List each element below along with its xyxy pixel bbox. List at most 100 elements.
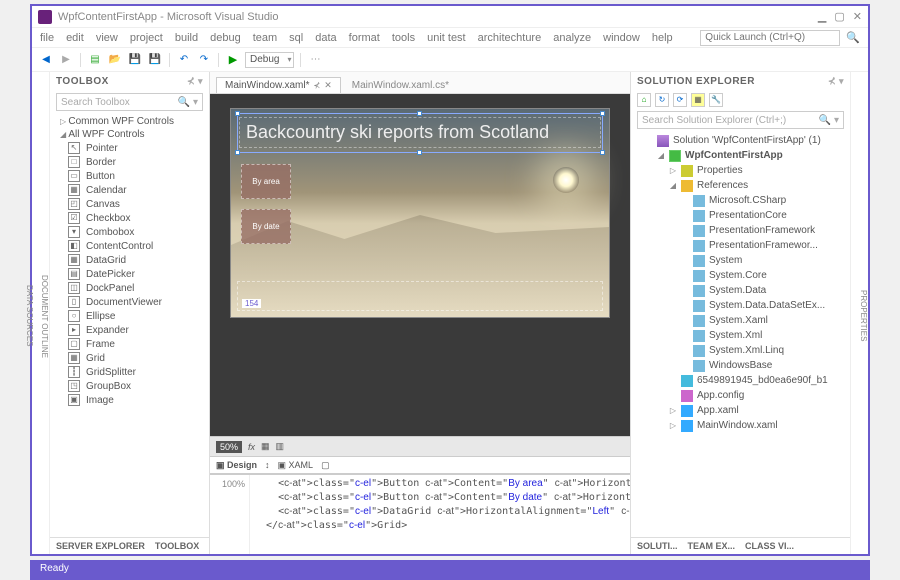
redo-button[interactable]: ↷	[196, 52, 212, 68]
split-toggle-icon[interactable]: ↕	[265, 460, 270, 470]
toolbox-item-frame[interactable]: ▢Frame	[50, 337, 209, 351]
menu-edit[interactable]: edit	[66, 32, 84, 44]
toolbox-item-calendar[interactable]: ▦Calendar	[50, 183, 209, 197]
doc-tab[interactable]: MainWindow.xaml*⊀✕	[216, 77, 341, 93]
menu-file[interactable]: file	[40, 32, 54, 44]
rail-data-sources[interactable]: DATA SOURCES	[25, 285, 34, 347]
pin-icon[interactable]: ⊀	[313, 81, 320, 90]
xaml-editor[interactable]: 100% <c-at">class="c-el">Button c-at">Co…	[210, 474, 630, 554]
quick-launch-input[interactable]	[700, 30, 840, 46]
menu-view[interactable]: view	[96, 32, 118, 44]
minimize-button[interactable]: ▁	[818, 10, 826, 23]
tree-file[interactable]: 6549891945_bd0ea6e90f_b1	[633, 373, 848, 388]
pin-icon[interactable]: ⊀ ▾	[828, 76, 844, 87]
tree-ref-item[interactable]: PresentationFramewor...	[633, 238, 848, 253]
menu-team[interactable]: team	[253, 32, 277, 44]
solexp-search[interactable]: Search Solution Explorer (Ctrl+;)🔍 ▾	[637, 111, 844, 129]
tree-file[interactable]: ▷App.xaml	[633, 403, 848, 418]
search-icon[interactable]: 🔍	[846, 31, 860, 44]
toolbox-item-combobox[interactable]: ▾Combobox	[50, 225, 209, 239]
toolbox-item-expander[interactable]: ▸Expander	[50, 323, 209, 337]
tab-design[interactable]: ▣ Design	[216, 460, 257, 471]
new-button[interactable]: ▤	[87, 52, 103, 68]
menu-architechture[interactable]: architechture	[478, 32, 542, 44]
toolbar-misc[interactable]: ⋯	[307, 52, 323, 68]
tab-class-view[interactable]: CLASS VI...	[745, 541, 794, 551]
toolbox-item-documentviewer[interactable]: ▯DocumentViewer	[50, 295, 209, 309]
tree-ref-item[interactable]: Microsoft.CSharp	[633, 193, 848, 208]
tree-ref-item[interactable]: PresentationCore	[633, 208, 848, 223]
open-button[interactable]: 📂	[107, 52, 123, 68]
tree-ref-item[interactable]: System.Xml.Linq	[633, 343, 848, 358]
toolbox-group[interactable]: Common WPF Controls	[50, 115, 209, 128]
toolbox-item-dockpanel[interactable]: ◫DockPanel	[50, 281, 209, 295]
rail-properties[interactable]: PROPERTIES	[859, 290, 868, 341]
menu-data[interactable]: data	[315, 32, 336, 44]
menu-sql[interactable]: sql	[289, 32, 303, 44]
grid-icon[interactable]: ▦	[261, 441, 270, 452]
tab-server-explorer[interactable]: SERVER EXPLORER	[56, 541, 145, 551]
rail-doc-outline[interactable]: DOCUMENT OUTLINE	[40, 275, 49, 358]
doc-tab[interactable]: MainWindow.xaml.cs*	[343, 77, 458, 93]
tree-ref-item[interactable]: System.Data	[633, 283, 848, 298]
tree-ref-item[interactable]: System	[633, 253, 848, 268]
tree-ref-item[interactable]: System.Core	[633, 268, 848, 283]
refresh-icon[interactable]: ⟳	[673, 93, 687, 107]
toolbox-item-groupbox[interactable]: ◳GroupBox	[50, 379, 209, 393]
toolbox-item-checkbox[interactable]: ☑Checkbox	[50, 211, 209, 225]
design-button-area[interactable]: By area	[241, 164, 291, 199]
save-button[interactable]: 💾	[127, 52, 143, 68]
sync-icon[interactable]: ↻	[655, 93, 669, 107]
menu-unit-test[interactable]: unit test	[427, 32, 466, 44]
menu-format[interactable]: format	[349, 32, 380, 44]
tree-references[interactable]: ◢References	[633, 178, 848, 193]
snap-icon[interactable]: ▥	[276, 441, 285, 452]
toolbox-item-border[interactable]: □Border	[50, 155, 209, 169]
nav-back-button[interactable]: ◀	[38, 52, 54, 68]
close-icon[interactable]: ✕	[324, 80, 332, 91]
toolbox-item-pointer[interactable]: ↖Pointer	[50, 141, 209, 155]
menu-tools[interactable]: tools	[392, 32, 415, 44]
fx-icon[interactable]: fx	[248, 442, 255, 452]
undo-button[interactable]: ↶	[176, 52, 192, 68]
config-dropdown[interactable]: Debug	[245, 52, 294, 68]
tree-file[interactable]: App.config	[633, 388, 848, 403]
toolbox-item-contentcontrol[interactable]: ◧ContentControl	[50, 239, 209, 253]
toolbox-item-canvas[interactable]: ◰Canvas	[50, 197, 209, 211]
toolbox-item-datepicker[interactable]: ▤DatePicker	[50, 267, 209, 281]
toolbox-item-grid[interactable]: ▦Grid	[50, 351, 209, 365]
design-button-date[interactable]: By date	[241, 209, 291, 244]
menu-project[interactable]: project	[130, 32, 163, 44]
zoom-level[interactable]: 50%	[216, 441, 242, 453]
design-artboard[interactable]: Backcountry ski reports from Scotland By…	[230, 108, 610, 318]
tree-properties[interactable]: ▷Properties	[633, 163, 848, 178]
expand-icon[interactable]: ▢	[321, 460, 330, 471]
menu-window[interactable]: window	[603, 32, 640, 44]
toolbox-search[interactable]: Search Toolbox🔍 ▾	[56, 93, 203, 111]
properties-icon[interactable]: 🔧	[709, 93, 723, 107]
toolbox-item-button[interactable]: ▭Button	[50, 169, 209, 183]
tab-xaml[interactable]: ▣ XAML	[278, 460, 314, 471]
pin-icon[interactable]: ⊀ ▾	[187, 76, 203, 87]
menu-debug[interactable]: debug	[210, 32, 241, 44]
showall-icon[interactable]: ▦	[691, 93, 705, 107]
tree-ref-item[interactable]: WindowsBase	[633, 358, 848, 373]
design-datagrid[interactable]: 154	[237, 281, 603, 311]
start-debug-button[interactable]: ▶	[225, 52, 241, 68]
tab-solution[interactable]: SOLUTI...	[637, 541, 678, 551]
tree-ref-item[interactable]: System.Xml	[633, 328, 848, 343]
tree-file[interactable]: ▷MainWindow.xaml	[633, 418, 848, 433]
tree-solution[interactable]: Solution 'WpfContentFirstApp' (1)	[633, 133, 848, 148]
nav-fwd-button[interactable]: ▶	[58, 52, 74, 68]
code-content[interactable]: <c-at">class="c-el">Button c-at">Content…	[250, 475, 630, 554]
toolbox-item-gridsplitter[interactable]: ┇GridSplitter	[50, 365, 209, 379]
tab-team-explorer[interactable]: TEAM EX...	[688, 541, 736, 551]
maximize-button[interactable]: ▢	[834, 10, 844, 23]
toolbox-item-image[interactable]: ▣Image	[50, 393, 209, 407]
menu-build[interactable]: build	[175, 32, 198, 44]
toolbox-item-datagrid[interactable]: ▦DataGrid	[50, 253, 209, 267]
save-all-button[interactable]: 💾	[147, 52, 163, 68]
menu-help[interactable]: help	[652, 32, 673, 44]
tree-project[interactable]: ◢WpfContentFirstApp	[633, 148, 848, 163]
toolbox-item-ellipse[interactable]: ○Ellipse	[50, 309, 209, 323]
